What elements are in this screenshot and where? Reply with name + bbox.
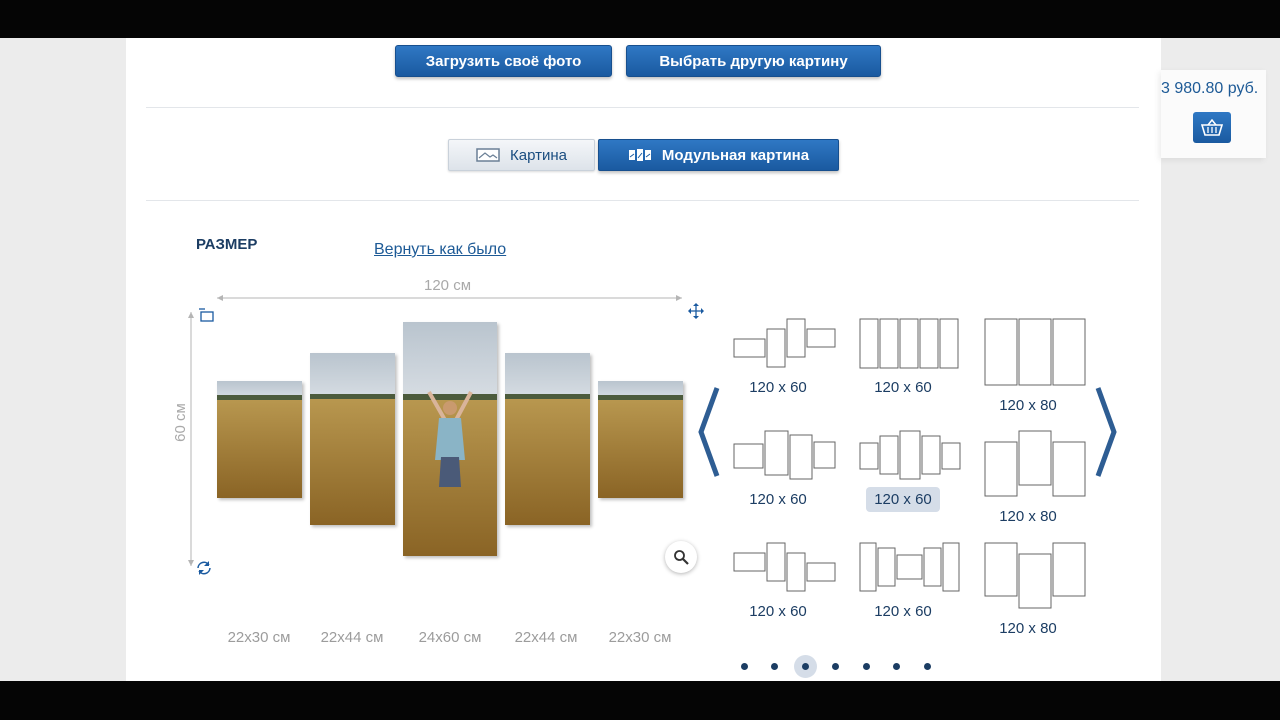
layout-option-thumb[interactable] bbox=[858, 317, 962, 371]
pagination-dot[interactable] bbox=[771, 663, 778, 670]
magnifier-icon bbox=[674, 550, 689, 565]
divider bbox=[146, 200, 1139, 201]
pagination-dot[interactable] bbox=[924, 663, 931, 670]
tab-label: Картина bbox=[510, 146, 567, 164]
width-label: 120 см bbox=[424, 277, 472, 294]
layout-option-label[interactable]: 120 x 60 bbox=[858, 379, 948, 396]
panel-image bbox=[310, 353, 395, 525]
panel-size-label: 24x60 см bbox=[418, 629, 482, 646]
panel-size-label: 22x44 см bbox=[320, 629, 384, 646]
layout-option-thumb[interactable] bbox=[733, 429, 837, 483]
layout-option-label[interactable]: 120 x 80 bbox=[983, 620, 1073, 637]
tab-modular-picture[interactable]: Модульная картина bbox=[598, 139, 839, 171]
pagination-dot[interactable] bbox=[893, 663, 900, 670]
layout-option-label[interactable]: 120 x 80 bbox=[983, 397, 1073, 414]
panel-image bbox=[598, 381, 683, 498]
tab-label: Модульная картина bbox=[661, 146, 810, 164]
pagination-dot[interactable] bbox=[741, 663, 748, 670]
layout-option-label[interactable]: 120 x 80 bbox=[983, 508, 1073, 525]
letterbox-bottom bbox=[0, 681, 1280, 720]
panel-size-label: 22x30 см bbox=[227, 629, 291, 646]
panel-image bbox=[505, 353, 590, 525]
zoom-button[interactable] bbox=[665, 541, 697, 573]
panel-size-label: 22x30 см bbox=[608, 629, 672, 646]
picture-panel[interactable] bbox=[217, 381, 302, 498]
cart-button[interactable] bbox=[1193, 112, 1231, 143]
pagination-dot[interactable] bbox=[863, 663, 870, 670]
cart-price: 3 980.80 руб. bbox=[1161, 80, 1259, 97]
fit-frame-icon[interactable] bbox=[198, 308, 214, 327]
layout-option-thumb[interactable] bbox=[733, 541, 837, 595]
layout-option-label[interactable]: 120 x 60 bbox=[858, 603, 948, 620]
layout-option-label[interactable]: 120 x 60 bbox=[733, 491, 823, 508]
layout-option-thumb[interactable] bbox=[983, 541, 1087, 611]
tab-single-picture[interactable]: Картина bbox=[448, 139, 595, 171]
layout-option-thumb[interactable] bbox=[858, 429, 962, 483]
picture-panel[interactable] bbox=[403, 322, 497, 556]
layout-option-label-selected[interactable]: 120 x 60 bbox=[866, 487, 940, 512]
layout-option-thumb[interactable] bbox=[983, 429, 1087, 499]
single-picture-icon bbox=[476, 148, 500, 162]
layout-option-label[interactable]: 120 x 60 bbox=[733, 603, 823, 620]
rotate-icon[interactable] bbox=[195, 560, 213, 581]
revert-link[interactable]: Вернуть как было bbox=[374, 241, 506, 259]
cart-widget: 3 980.80 руб. bbox=[1161, 70, 1266, 158]
panel-size-label: 22x44 см bbox=[514, 629, 578, 646]
carousel-next-arrow[interactable] bbox=[1092, 386, 1118, 478]
picture-panel[interactable] bbox=[505, 353, 590, 525]
height-label: 60 см bbox=[171, 403, 189, 442]
divider bbox=[146, 107, 1139, 108]
pagination-dot-active[interactable] bbox=[794, 655, 817, 678]
layout-option-thumb[interactable] bbox=[858, 541, 962, 595]
pagination-dot[interactable] bbox=[832, 663, 839, 670]
carousel-prev-arrow[interactable] bbox=[697, 386, 723, 478]
picture-panel[interactable] bbox=[310, 353, 395, 525]
size-section-title: РАЗМЕР bbox=[196, 236, 258, 253]
letterbox-top bbox=[0, 0, 1280, 38]
basket-icon bbox=[1201, 118, 1223, 136]
picture-panel[interactable] bbox=[598, 381, 683, 498]
layout-option-thumb[interactable] bbox=[733, 317, 837, 371]
panel-image bbox=[403, 322, 497, 556]
move-icon[interactable] bbox=[687, 302, 705, 325]
upload-photo-button[interactable]: Загрузить своё фото bbox=[395, 45, 612, 77]
modular-picture-icon bbox=[628, 149, 651, 161]
layout-option-thumb[interactable] bbox=[983, 317, 1087, 387]
choose-picture-button[interactable]: Выбрать другую картину bbox=[626, 45, 881, 77]
panel-image bbox=[217, 381, 302, 498]
layout-option-label[interactable]: 120 x 60 bbox=[733, 379, 823, 396]
